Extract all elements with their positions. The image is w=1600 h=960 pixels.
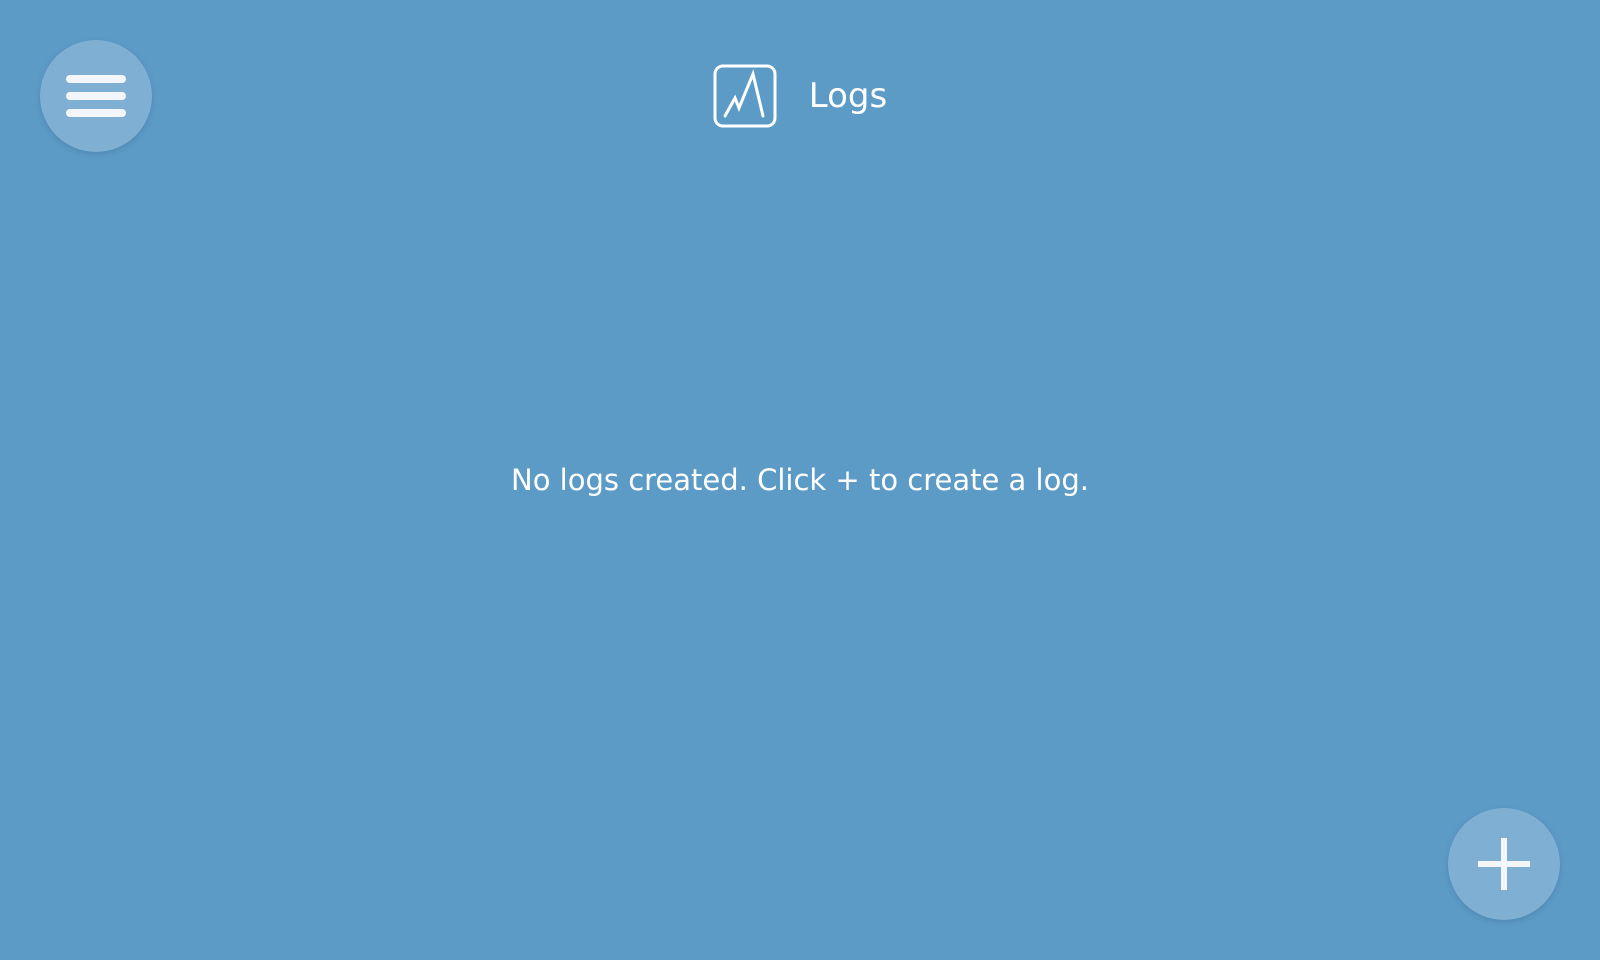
add-log-button[interactable]	[1448, 808, 1560, 920]
page-title: Logs	[808, 76, 888, 116]
empty-state-message: No logs created. Click + to create a log…	[511, 463, 1089, 497]
plus-icon	[1478, 838, 1530, 890]
page-header: Logs	[0, 64, 1600, 128]
chart-line-icon	[713, 64, 777, 128]
